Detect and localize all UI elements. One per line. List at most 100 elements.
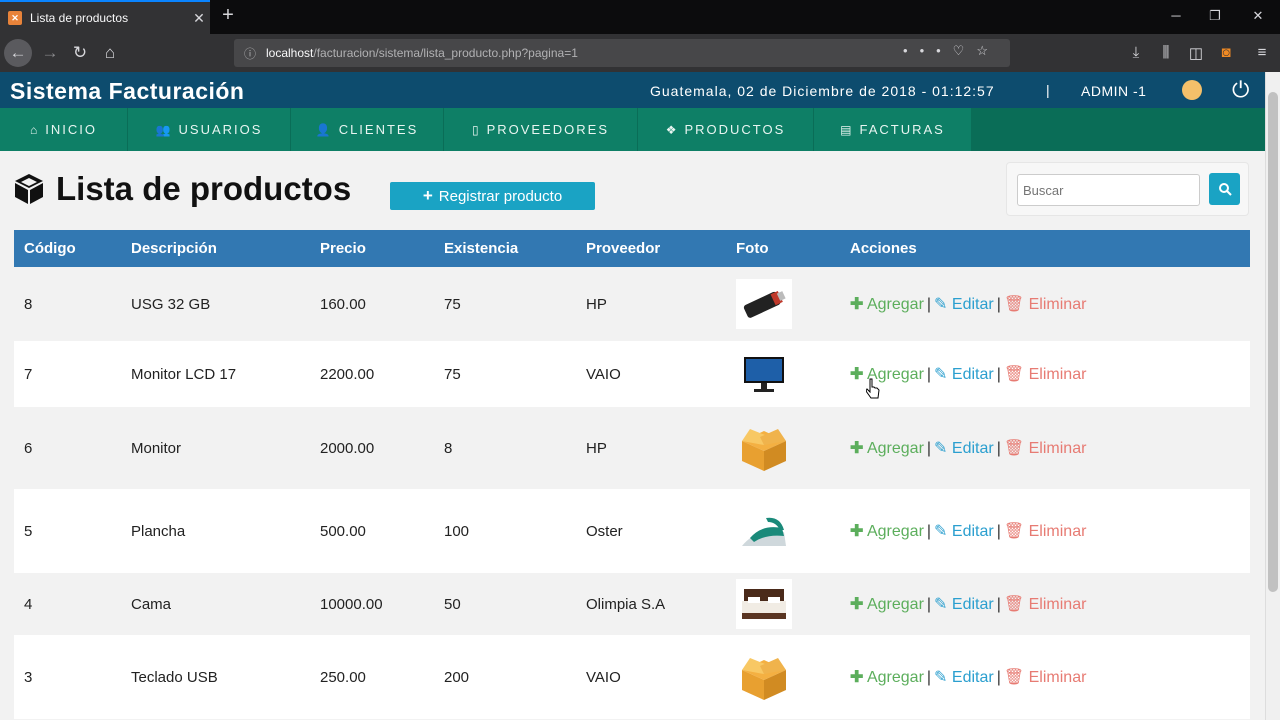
action-separator: | [926,669,932,686]
home-browser-icon[interactable]: ⌂ [96,39,124,67]
edit-icon: ✎ [934,440,948,457]
delete-link[interactable]: 🗑 Eliminar [1004,366,1087,383]
action-separator: | [926,523,932,540]
cell-descripcion: Monitor [121,407,310,489]
products-table-wrap: Código Descripción Precio Existencia Pro… [14,230,1250,719]
table-header-row: Código Descripción Precio Existencia Pro… [14,230,1250,267]
cell-codigo: 4 [14,573,121,635]
add-link[interactable]: ✚ Agregar [850,366,924,383]
library-icon[interactable]: ⫼ [1156,44,1176,61]
edit-icon: ✎ [934,296,948,313]
cell-foto [726,489,840,573]
edit-link[interactable]: ✎ Editar [934,596,994,613]
browser-tab[interactable]: ✕ Lista de productos ✕ [0,0,210,34]
cell-foto [726,573,840,635]
minimize-icon[interactable]: ─ [1166,8,1186,23]
favicon-icon: ✕ [8,11,22,25]
menu-item-inicio[interactable]: ⌂ INICIO [0,108,128,151]
edit-link[interactable]: ✎ Editar [934,366,994,383]
plus-icon: ✚ [850,440,864,457]
search-icon [1218,183,1232,196]
edit-icon: ✎ [934,596,948,613]
menu-item-facturas[interactable]: ▤ FACTURAS [814,108,972,151]
extension-icon[interactable]: ◙ [1216,44,1236,61]
window-close-icon[interactable]: ✕ [1248,8,1268,24]
delete-link[interactable]: 🗑 Eliminar [1004,296,1087,313]
col-descripcion: Descripción [121,230,310,267]
edit-link[interactable]: ✎ Editar [934,669,994,686]
cell-descripcion: USG 32 GB [121,267,310,341]
box-icon [736,423,792,473]
col-acciones: Acciones [840,230,1250,267]
cell-existencia: 75 [434,267,576,341]
restore-icon[interactable]: ❐ [1205,8,1225,24]
main-menu: ⌂ INICIO 👥 USUARIOS 👤 CLIENTES ▯ PROVEEDORES… [0,108,1265,151]
col-foto: Foto [726,230,840,267]
add-link[interactable]: ✚ Agregar [850,296,924,313]
avatar[interactable] [1182,80,1202,100]
register-product-button[interactable]: + Registrar producto [390,182,595,210]
table-row: 6 Monitor 2000.00 8 HP ✚ Agregar | ✎ Editar | 🗑 E… [14,407,1250,489]
add-link[interactable]: ✚ Agregar [850,596,924,613]
table-row: 7 Monitor LCD 17 2200.00 75 VAIO ✚ Agregar | ✎ … [14,341,1250,407]
scrollbar-thumb[interactable] [1268,92,1278,592]
delete-link[interactable]: 🗑 Eliminar [1004,669,1087,686]
edit-link[interactable]: ✎ Editar [934,523,994,540]
new-tab-icon[interactable]: + [216,4,240,28]
trash-icon: 🗑 [1003,440,1025,457]
cell-descripcion: Teclado USB [121,635,310,719]
cell-existencia: 75 [434,341,576,407]
menu-item-proveedores[interactable]: ▯ PROVEEDORES [444,108,638,151]
menu-item-productos[interactable]: ❖ PRODUCTOS [638,108,814,151]
table-row: 5 Plancha 500.00 100 Oster ✚ Agregar | ✎ Editar… [14,489,1250,573]
delete-link[interactable]: 🗑 Eliminar [1004,523,1087,540]
browser-tabbar: ✕ Lista de productos ✕ + ─ ❐ ✕ [0,0,1280,34]
bed-icon [736,579,792,629]
sidebar-icon[interactable]: ◫ [1186,44,1206,62]
cube-icon [15,174,43,204]
page-actions-icon[interactable]: •••♡☆ [903,43,1000,59]
cell-proveedor: VAIO [576,635,726,719]
reload-icon[interactable]: ↻ [66,39,94,67]
edit-icon: ✎ [934,669,948,686]
add-link[interactable]: ✚ Agregar [850,440,924,457]
cell-codigo: 3 [14,635,121,719]
col-codigo: Código [14,230,121,267]
add-link[interactable]: ✚ Agregar [850,669,924,686]
edit-link[interactable]: ✎ Editar [934,440,994,457]
delete-link[interactable]: 🗑 Eliminar [1004,440,1087,457]
user-name: ADMIN -1 [1081,83,1147,99]
power-icon[interactable]: ⏻ [1232,77,1249,103]
cell-proveedor: Olimpia S.A [576,573,726,635]
edit-link[interactable]: ✎ Editar [934,296,994,313]
hamburger-menu-icon[interactable]: ≡ [1252,44,1272,61]
action-separator: | [996,296,1001,313]
user-icon: 👤 [315,122,333,137]
cell-foto [726,635,840,719]
url-bar[interactable]: ⓘ localhost/facturacion/sistema/lista_pr… [234,39,1010,67]
tab-title: Lista de productos [30,11,129,25]
plus-icon: ✚ [850,669,864,686]
page-title: Lista de productos [12,170,351,208]
page-scrollbar[interactable] [1265,72,1280,720]
delete-link[interactable]: 🗑 Eliminar [1004,596,1087,613]
back-icon[interactable]: ← [4,39,32,67]
tab-close-icon[interactable]: ✕ [188,10,210,27]
forward-icon[interactable]: → [36,39,64,67]
mouse-cursor-icon [866,378,880,399]
menu-spacer [972,108,1265,151]
search-button[interactable] [1209,173,1240,205]
action-separator: | [996,669,1001,686]
action-separator: | [926,366,932,383]
edit-icon: ✎ [934,523,948,540]
cell-acciones: ✚ Agregar | ✎ Editar | 🗑 Eliminar [840,489,1250,573]
cell-codigo: 8 [14,267,121,341]
cell-acciones: ✚ Agregar | ✎ Editar | 🗑 Eliminar [840,267,1250,341]
download-icon[interactable]: ⤓ [1126,44,1146,61]
info-icon[interactable]: ⓘ [244,45,262,62]
menu-item-usuarios[interactable]: 👥 USUARIOS [128,108,291,151]
add-link[interactable]: ✚ Agregar [850,523,924,540]
menu-item-clientes[interactable]: 👤 CLIENTES [291,108,444,151]
cell-descripcion: Plancha [121,489,310,573]
search-input[interactable] [1017,174,1200,206]
